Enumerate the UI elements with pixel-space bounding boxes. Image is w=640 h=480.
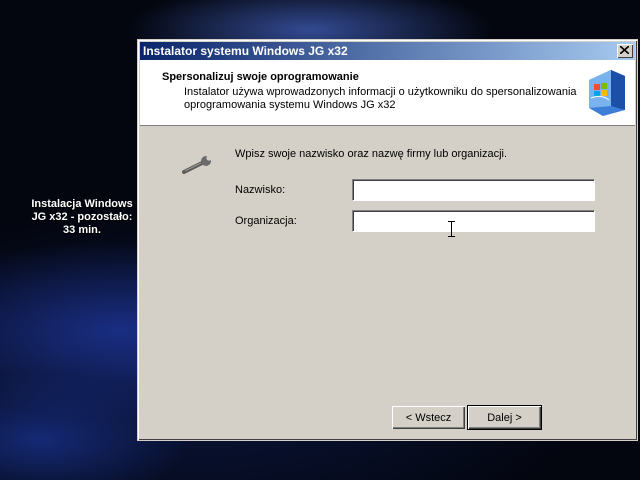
name-label: Nazwisko: bbox=[235, 184, 286, 196]
name-input[interactable] bbox=[352, 179, 595, 201]
wrench-icon bbox=[182, 155, 212, 174]
windows-logo-icon bbox=[589, 70, 625, 116]
organization-label: Organizacja: bbox=[235, 215, 297, 227]
close-icon bbox=[620, 46, 629, 54]
organization-input[interactable] bbox=[352, 210, 595, 232]
window-title: Instalator systemu Windows JG x32 bbox=[143, 44, 348, 58]
install-status-text: Instalacja Windows JG x32 - pozostało: 3… bbox=[18, 198, 146, 237]
header-description: Instalator używa wprowadzonych informacj… bbox=[184, 86, 577, 111]
header-title: Spersonalizuj swoje oprogramowanie bbox=[162, 71, 359, 83]
install-status-line2: JG x32 - pozostało: bbox=[31, 211, 133, 223]
back-button[interactable]: < Wstecz bbox=[392, 406, 465, 429]
wizard-header: Spersonalizuj swoje oprogramowanie Insta… bbox=[140, 60, 635, 126]
instruction-text: Wpisz swoje nazwisko oraz nazwę firmy lu… bbox=[235, 148, 508, 160]
ibeam-cursor-icon bbox=[448, 221, 455, 237]
install-status-line3: 33 min. bbox=[63, 224, 101, 236]
next-button[interactable]: Dalej > bbox=[467, 405, 542, 430]
title-bar[interactable]: Instalator systemu Windows JG x32 bbox=[140, 42, 635, 60]
install-status-line1: Instalacja Windows bbox=[31, 198, 133, 210]
close-button[interactable] bbox=[617, 44, 633, 58]
setup-dialog: Instalator systemu Windows JG x32 Sperso… bbox=[137, 39, 638, 441]
